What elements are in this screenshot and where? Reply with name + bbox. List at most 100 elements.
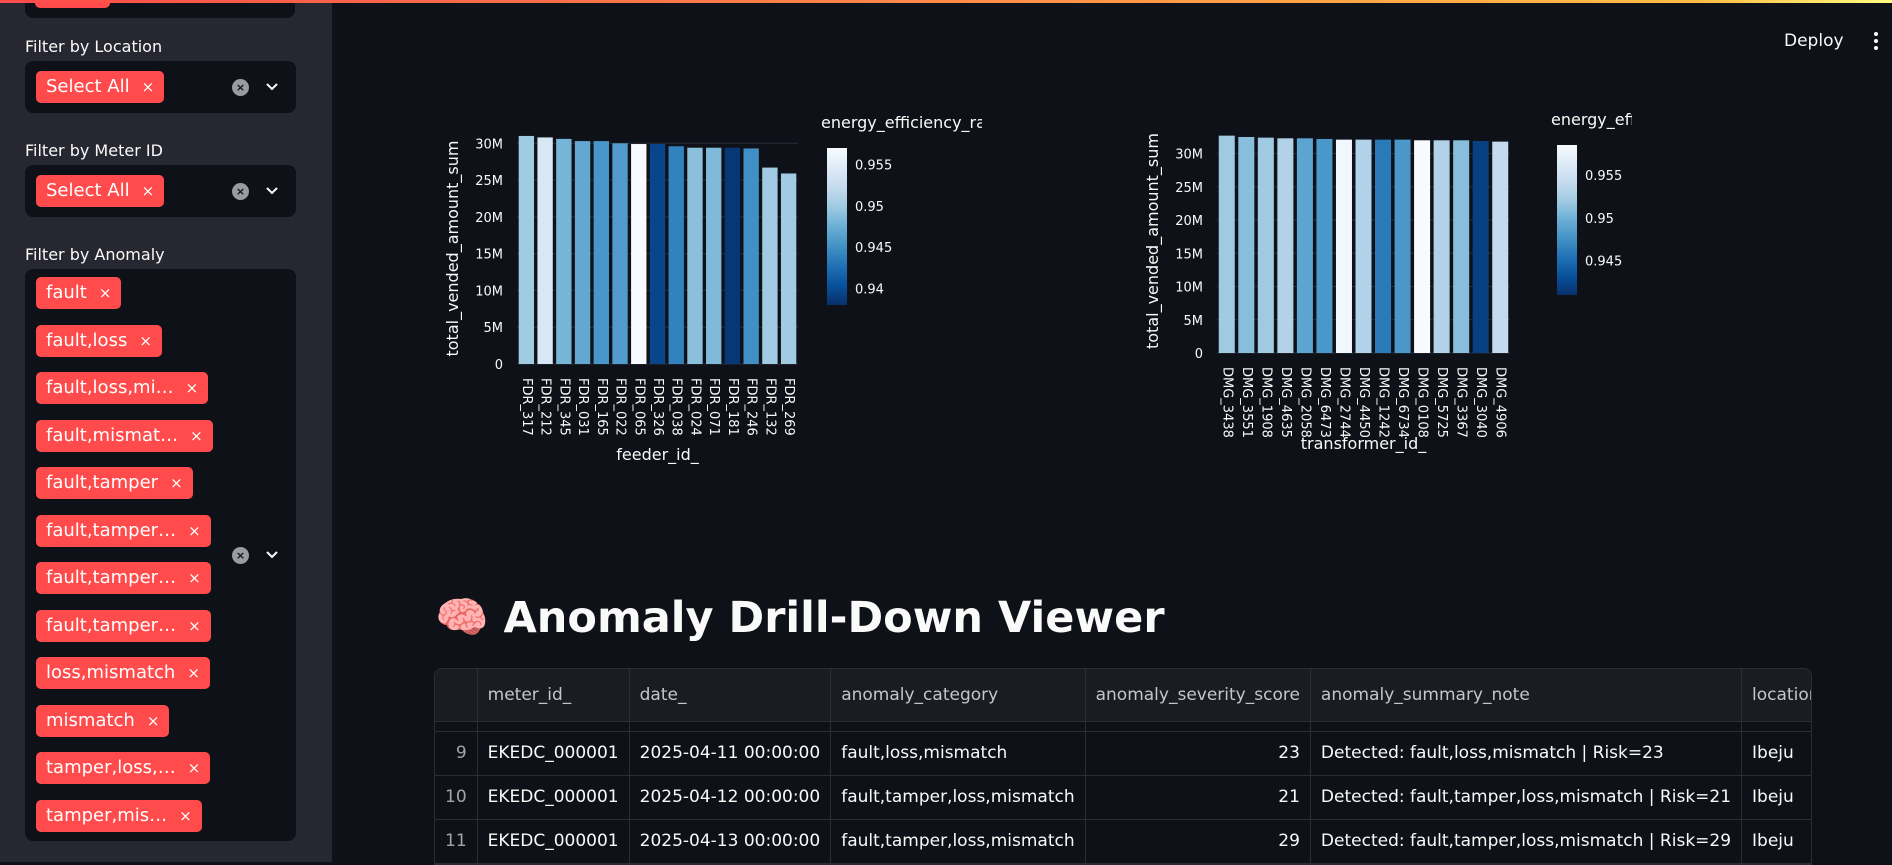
bar[interactable]: [743, 148, 759, 364]
bar[interactable]: [518, 135, 535, 364]
bar[interactable]: [780, 173, 797, 364]
bar[interactable]: [1453, 140, 1470, 353]
table-cell[interactable]: 11: [435, 819, 478, 864]
chip-remove-icon[interactable]: ×: [139, 325, 152, 357]
table-cell[interactable]: fault,loss,mismatch: [830, 731, 1086, 776]
bar[interactable]: [1394, 139, 1411, 353]
bar[interactable]: [724, 147, 741, 364]
bar[interactable]: [1355, 139, 1372, 353]
chip-remove-icon[interactable]: ×: [188, 562, 201, 594]
chip-remove-icon[interactable]: ×: [187, 657, 200, 689]
filter-multiselect[interactable]: Select All × ×: [25, 61, 296, 113]
table-cell[interactable]: Detected: fault,tamper,loss,mismatch | R…: [1310, 775, 1743, 820]
table-cell[interactable]: EKEDC_000001: [477, 731, 630, 776]
bar[interactable]: [1375, 139, 1392, 353]
anomaly-table[interactable]: meter_id_ date_ anomaly_category anomaly_se…: [434, 668, 1812, 865]
chevron-down-icon[interactable]: [265, 184, 279, 198]
filter-chip[interactable]: fault,loss,mi… ×: [36, 372, 209, 404]
filter-chip[interactable]: fault,loss ×: [36, 324, 162, 357]
chip-remove-icon[interactable]: ×: [99, 277, 112, 309]
filter-chip[interactable]: tamper,loss,… ×: [36, 752, 211, 784]
filter-chip[interactable]: fault,tamper… ×: [36, 514, 211, 547]
chip-remove-icon[interactable]: ×: [142, 71, 155, 103]
column-header[interactable]: location_id_: [1741, 669, 1811, 722]
filter-chip[interactable]: fault,mismat… ×: [36, 419, 213, 452]
column-header[interactable]: anomaly_summary_note: [1310, 669, 1743, 722]
table-cell[interactable]: 29: [1085, 819, 1311, 864]
table-cell[interactable]: 9: [435, 731, 478, 776]
table-cell[interactable]: Ibeju: [1741, 731, 1811, 776]
chip-remove-icon[interactable]: ×: [188, 752, 201, 784]
table-cell[interactable]: fault,tamper,loss,mismatch: [830, 775, 1086, 820]
bar[interactable]: [1335, 139, 1352, 353]
bar[interactable]: [1277, 138, 1294, 353]
filter-chip[interactable]: tamper,mis… ×: [36, 799, 202, 832]
table-cell[interactable]: EKEDC_000001: [477, 819, 630, 864]
table-cell[interactable]: Ibeju: [1741, 775, 1811, 820]
bar[interactable]: [556, 138, 572, 364]
table-cell[interactable]: Ibeju: [1741, 819, 1811, 864]
chip-remove-icon[interactable]: ×: [186, 372, 199, 404]
bar[interactable]: [1257, 137, 1274, 353]
bar[interactable]: [668, 146, 684, 364]
bar[interactable]: [631, 144, 647, 364]
deploy-button[interactable]: Deploy: [1784, 31, 1844, 51]
table-cell[interactable]: 2025-04-12 00:00:00: [629, 775, 832, 820]
filter-multiselect[interactable]: fault × fault,loss × fault,loss,mi… × fault,mi…: [25, 269, 296, 841]
anomaly-data-grid[interactable]: meter_id_ date_ anomaly_category anomaly_se…: [435, 669, 1811, 864]
filter-chip[interactable]: fault ×: [36, 277, 122, 309]
filter-chip[interactable]: mismatch ×: [36, 704, 170, 737]
chevron-down-icon[interactable]: [265, 80, 279, 94]
bar[interactable]: [1238, 136, 1255, 353]
column-header[interactable]: [435, 669, 478, 722]
bar[interactable]: [649, 144, 666, 364]
feeder-bar-chart[interactable]: 0 5M 10M 15M 20M 25M 30M FDR_317 FDR_212 FDR_345 F…: [422, 113, 982, 573]
clear-selection-icon[interactable]: ×: [232, 78, 249, 96]
bar[interactable]: [593, 141, 609, 364]
table-cell[interactable]: Detected: fault,tamper,loss,mismatch | R…: [1310, 819, 1743, 864]
filter-multiselect[interactable]: Select All × ×: [25, 165, 296, 217]
table-cell[interactable]: EKEDC_000001: [477, 775, 630, 820]
chip-remove-icon[interactable]: ×: [188, 515, 201, 547]
kebab-menu-icon[interactable]: [1864, 29, 1888, 53]
table-cell[interactable]: 10: [435, 775, 478, 820]
filter-chip[interactable]: loss,mismatch ×: [36, 657, 210, 689]
table-cell[interactable]: 2025-04-13 00:00:00: [629, 819, 832, 864]
table-cell[interactable]: 21: [1085, 775, 1311, 820]
column-header[interactable]: anomaly_severity_score: [1085, 669, 1311, 722]
chip-remove-icon[interactable]: ×: [147, 705, 160, 737]
bar[interactable]: [612, 143, 628, 364]
column-header[interactable]: meter_id_: [477, 669, 630, 722]
filter-chip[interactable]: Select All ×: [36, 175, 165, 207]
bar[interactable]: [762, 167, 778, 364]
transformer-bar-chart[interactable]: 0 5M 10M 15M 20M 25M 30M DMG_3438 DMG_3551 DMG_19…: [1112, 113, 1632, 573]
bar[interactable]: [1433, 140, 1450, 353]
bar[interactable]: [687, 147, 703, 364]
table-row[interactable]: 9 EKEDC_000001 2025-04-11 00:00:00 fault,lo…: [435, 731, 1811, 776]
column-header[interactable]: anomaly_category: [830, 669, 1086, 722]
column-header[interactable]: date_: [629, 669, 832, 722]
clear-selection-icon[interactable]: ×: [232, 182, 249, 200]
bar[interactable]: [1218, 135, 1235, 353]
chip-remove-icon[interactable]: ×: [170, 467, 183, 499]
table-cell[interactable]: 2025-04-11 00:00:00: [629, 731, 832, 776]
bar[interactable]: [1296, 138, 1313, 353]
chip-remove-icon[interactable]: ×: [142, 175, 155, 207]
bar[interactable]: [1414, 140, 1431, 353]
bar[interactable]: [537, 137, 553, 364]
table-row[interactable]: 10 EKEDC_000001 2025-04-12 00:00:00 fault,t…: [435, 775, 1811, 820]
table-row[interactable]: 11 EKEDC_000001 2025-04-13 00:00:00 fault,t…: [435, 819, 1811, 864]
filter-chip[interactable]: fault,tamper ×: [36, 467, 193, 499]
chip-remove-icon[interactable]: ×: [179, 800, 192, 832]
table-cell[interactable]: Detected: fault,loss,mismatch | Risk=23: [1310, 731, 1743, 776]
bar[interactable]: [574, 141, 591, 364]
filter-chip[interactable]: fault,tamper… ×: [36, 562, 211, 594]
previous-filter-box[interactable]: [25, 3, 295, 18]
chip-remove-icon[interactable]: ×: [188, 610, 201, 642]
bar[interactable]: [1316, 138, 1333, 353]
bar[interactable]: [706, 147, 722, 364]
bar[interactable]: [1472, 140, 1489, 353]
chevron-down-icon[interactable]: [265, 548, 279, 562]
bar[interactable]: [1492, 141, 1509, 353]
clear-selection-icon[interactable]: ×: [232, 546, 249, 564]
